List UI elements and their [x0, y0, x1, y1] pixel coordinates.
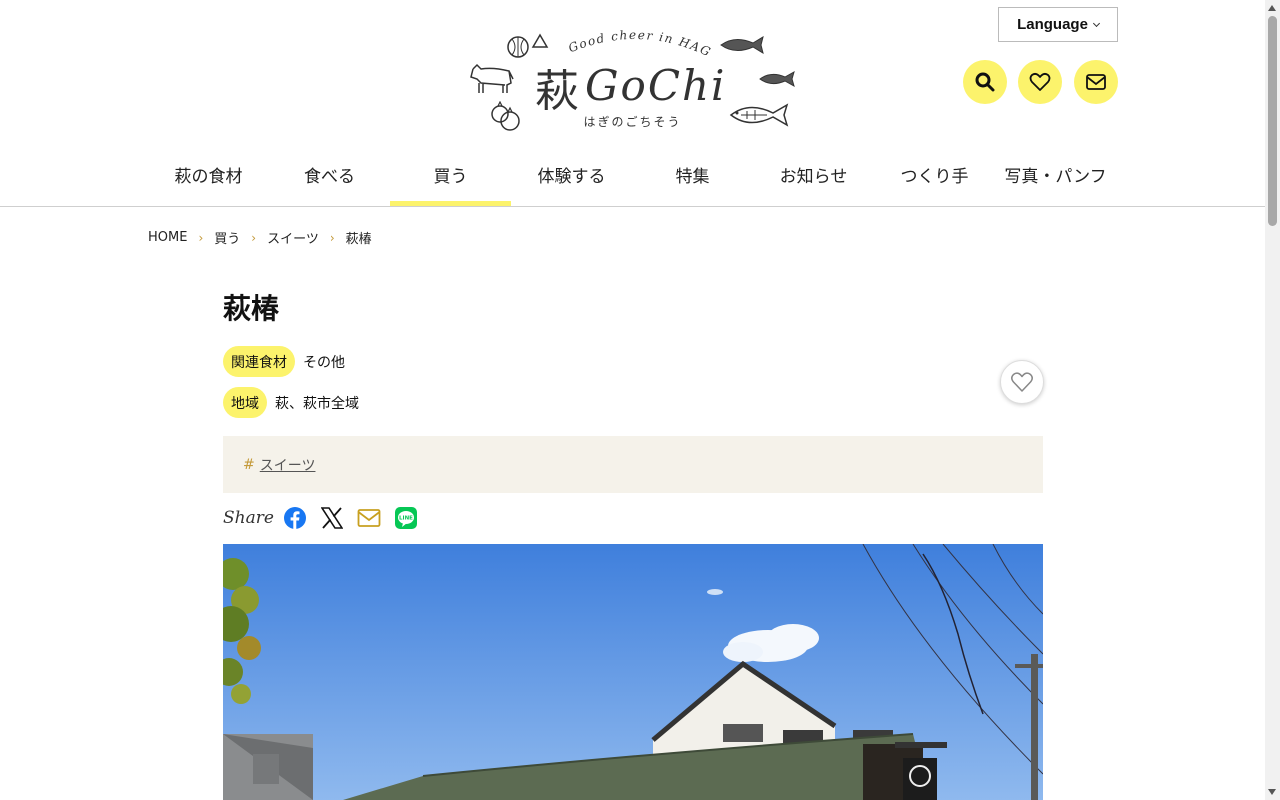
tag-box: # スイーツ: [223, 436, 1043, 493]
chevron-right-icon: ›: [329, 230, 335, 245]
svg-text:LINE: LINE: [399, 516, 413, 522]
x-icon: [321, 507, 343, 529]
site-header: Language Good cheer in HAGI: [0, 0, 1265, 207]
scrollbar-thumb[interactable]: [1268, 16, 1277, 226]
meta-label-badge: 関連食材: [223, 346, 295, 377]
nav-item-news[interactable]: お知らせ: [753, 150, 874, 206]
mail-icon: [1086, 74, 1106, 90]
nav-item-features[interactable]: 特集: [632, 150, 753, 206]
heart-outline-icon: [1011, 372, 1033, 392]
logo-kanji: 萩: [535, 66, 579, 117]
tag-link[interactable]: スイーツ: [260, 455, 316, 475]
chevron-right-icon: ›: [198, 230, 204, 245]
contact-button[interactable]: [1074, 60, 1118, 104]
nav-item-eat[interactable]: 食べる: [269, 150, 390, 206]
nav-item-makers[interactable]: つくり手: [874, 150, 995, 206]
shop-photo: [223, 544, 1043, 800]
line-icon: LINE: [395, 507, 417, 529]
meta-value: その他: [303, 354, 345, 371]
meta-row-area: 地域 萩、萩市全域: [223, 387, 359, 418]
breadcrumb-sweets[interactable]: スイーツ: [267, 228, 319, 247]
favorites-button[interactable]: [1018, 60, 1062, 104]
scrollbar[interactable]: [1265, 0, 1280, 800]
meta-label-badge: 地域: [223, 387, 267, 418]
fish-icon: [720, 35, 764, 55]
site-logo[interactable]: Good cheer in HAGI 萩 GoChi はぎのごち: [465, 25, 800, 135]
search-button[interactable]: [963, 60, 1007, 104]
breadcrumb-home[interactable]: HOME: [148, 230, 187, 245]
nav-item-photos[interactable]: 写真・パンフ: [995, 150, 1116, 206]
page-title: 萩椿: [223, 292, 280, 325]
logo-tagline: Good cheer in HAGI: [465, 25, 712, 60]
breadcrumb: HOME › 買う › スイーツ › 萩椿: [148, 228, 372, 247]
fish-small-icon: [759, 70, 795, 88]
cow-icon: [470, 63, 514, 93]
scroll-up-arrow[interactable]: [1268, 5, 1276, 11]
main-nav: 萩の食材 食べる 買う 体験する 特集 お知らせ つくり手 写真・パンフ: [148, 150, 1116, 206]
add-favorite-button[interactable]: [1000, 360, 1044, 404]
line-share-button[interactable]: LINE: [394, 506, 418, 530]
nav-item-buy[interactable]: 買う: [390, 150, 511, 206]
hash-icon: #: [243, 456, 255, 473]
mail-icon: [357, 509, 381, 527]
search-icon: [975, 72, 995, 92]
meta-row-ingredient: 関連食材 その他: [223, 346, 345, 377]
scroll-down-arrow[interactable]: [1268, 789, 1276, 795]
logo-latin: GoChi: [585, 61, 727, 110]
svg-text:Good cheer in HAGI: Good cheer in HAGI: [465, 25, 714, 60]
chevron-right-icon: ›: [251, 230, 257, 245]
breadcrumb-buy[interactable]: 買う: [214, 228, 240, 247]
share-label: Share: [223, 508, 274, 528]
meta-value: 萩、萩市全域: [275, 395, 359, 412]
chevron-down-icon: [1092, 19, 1100, 27]
facebook-share-button[interactable]: [283, 506, 307, 530]
share-bar: Share LINE: [223, 505, 431, 531]
language-button[interactable]: Language: [998, 7, 1118, 42]
heart-icon: [1029, 72, 1051, 91]
x-share-button[interactable]: [320, 506, 344, 530]
facebook-icon: [284, 507, 306, 529]
mail-share-button[interactable]: [357, 506, 381, 530]
language-label: Language: [1017, 16, 1088, 33]
nav-item-experience[interactable]: 体験する: [511, 150, 632, 206]
logo-subtitle: はぎのごちそう: [583, 115, 682, 129]
nav-item-ingredients[interactable]: 萩の食材: [148, 150, 269, 206]
shop-building-image: [223, 544, 1043, 800]
breadcrumb-current: 萩椿: [345, 232, 372, 247]
